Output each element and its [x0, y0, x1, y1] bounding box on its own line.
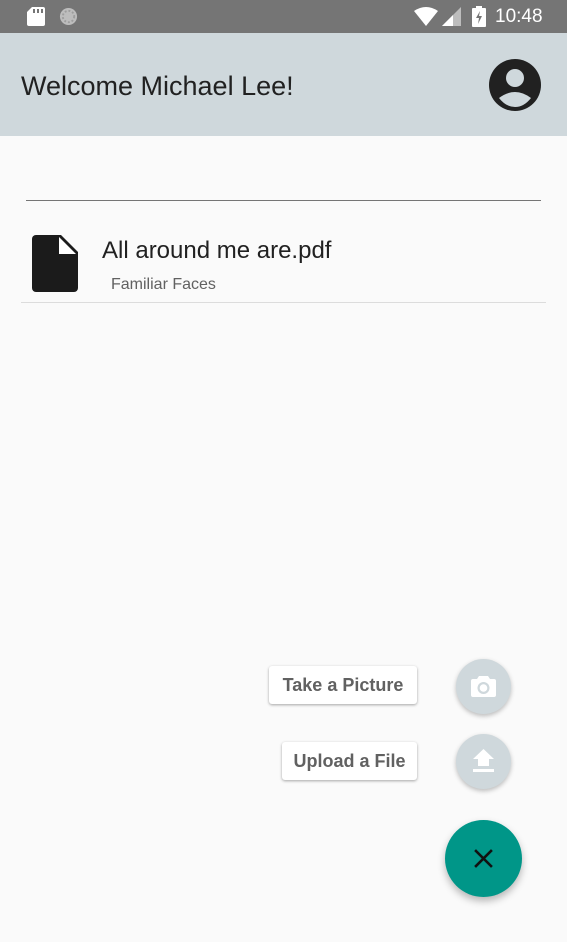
page-title: Welcome Michael Lee! [21, 71, 294, 101]
search-input[interactable] [26, 170, 541, 201]
status-time: 10:48 [495, 6, 543, 27]
sd-card-icon [27, 7, 45, 26]
file-icon [32, 235, 78, 292]
camera-icon [471, 676, 496, 697]
file-subtitle: Familiar Faces [111, 276, 216, 293]
cell-signal-icon [442, 7, 461, 26]
close-icon [474, 849, 493, 868]
file-name: All around me are.pdf [102, 237, 332, 264]
list-item[interactable]: All around me are.pdf Familiar Faces [21, 220, 546, 303]
take-picture-label[interactable]: Take a Picture [269, 666, 417, 704]
upload-icon [473, 749, 494, 772]
account-circle-icon[interactable] [488, 58, 542, 112]
wifi-icon [414, 7, 438, 26]
status-bar: 10:48 [0, 0, 567, 33]
sync-icon [59, 7, 78, 26]
upload-file-label[interactable]: Upload a File [282, 742, 417, 780]
take-picture-button[interactable] [456, 659, 511, 714]
upload-file-button[interactable] [456, 734, 511, 789]
app-bar: Welcome Michael Lee! [0, 33, 567, 136]
close-speed-dial-button[interactable] [445, 820, 522, 897]
battery-charging-icon [472, 6, 486, 27]
